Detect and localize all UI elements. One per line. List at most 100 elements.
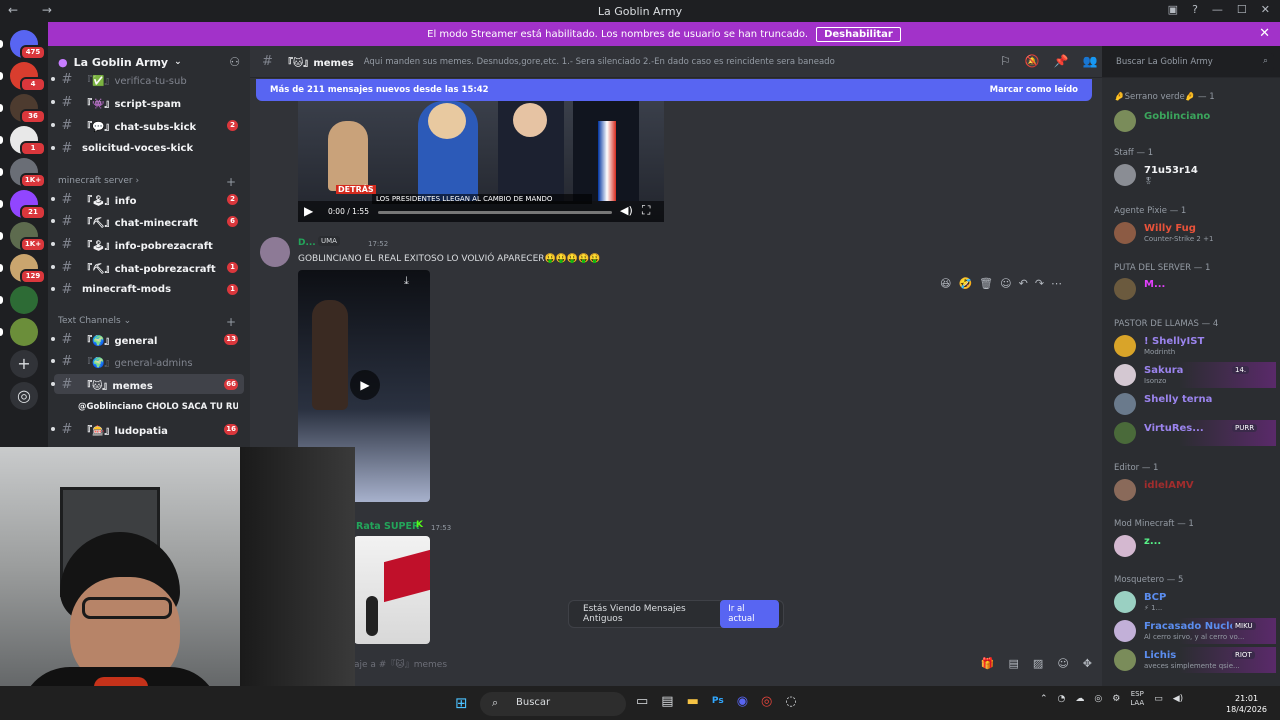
reply-icon[interactable]: ↶ — [1019, 277, 1028, 290]
notification-mute-icon[interactable]: 🔕 — [1025, 54, 1040, 68]
member-item[interactable]: VirtuRes... PURR — [1114, 420, 1276, 446]
channel-item[interactable]: # solicitud-voces-kick — [51, 138, 244, 158]
server-badge: 1K+ — [20, 237, 46, 252]
message-composer[interactable]: aje a #『🐱』memes 🎁 ▤ ▨ ☺ ✥ — [250, 646, 1102, 680]
banner-close-icon[interactable]: ✕ — [1259, 26, 1270, 41]
disable-streamer-button[interactable]: Deshabilitar — [816, 26, 901, 42]
channel-topic[interactable]: Aqui manden sus memes. Desnudos,gore,etc… — [364, 57, 835, 67]
channel-item[interactable]: # 『🕹』info-pobrezacraft — [51, 234, 244, 254]
category-minecraft[interactable]: minecraft server › + — [58, 175, 240, 189]
mention-badge: 2 — [227, 119, 238, 131]
chrome-icon[interactable]: ◎ — [761, 694, 772, 709]
add-server-icon[interactable]: + — [10, 350, 38, 378]
window-controls[interactable]: ▣? — ☐ ✕ — [1168, 3, 1270, 16]
member-item[interactable]: BCP ⚡ 1... — [1114, 589, 1276, 615]
discord-icon[interactable]: ◉ — [737, 694, 748, 709]
member-item[interactable]: ! ShellyIST Modrinth — [1114, 333, 1276, 359]
jump-to-present-button[interactable]: Ir al actual — [720, 600, 779, 628]
channel-item[interactable]: # 『✅』verifica-tu-sub — [51, 69, 244, 89]
language-indicator[interactable]: ESP LAA — [1130, 690, 1144, 708]
reaction-icon[interactable]: 🗑 — [979, 277, 993, 290]
download-icon[interactable]: ⤓ — [404, 274, 409, 288]
channel-name: solicitud-voces-kick — [82, 142, 194, 154]
network-icon[interactable]: ▭ — [1154, 694, 1163, 704]
add-member-icon[interactable]: ⚇ — [229, 55, 240, 69]
member-item[interactable]: Lichis RIOT aveces simplemente qsie... — [1114, 647, 1276, 673]
emoji-icon[interactable]: ☺ — [1057, 657, 1068, 670]
reaction-icon[interactable]: 😆 — [940, 277, 951, 290]
tray-icon[interactable]: ◔ — [1058, 694, 1066, 704]
add-reaction-icon[interactable]: ☺ — [1000, 277, 1011, 290]
avatar[interactable] — [260, 237, 290, 267]
new-messages-bar[interactable]: Más de 211 mensajes nuevos desde las 15:… — [256, 79, 1092, 101]
category-text-channels[interactable]: Text Channels ⌄ + — [58, 315, 240, 329]
image-embed[interactable] — [354, 536, 430, 644]
member-item[interactable]: Goblinciano — [1114, 108, 1276, 134]
mark-read-button[interactable]: Marcar como leído — [990, 85, 1078, 95]
member-item[interactable]: z... — [1114, 533, 1276, 559]
message-author[interactable]: D... — [298, 238, 316, 248]
add-channel-icon[interactable]: + — [226, 315, 236, 329]
windows-start-icon[interactable]: ⊞ — [455, 694, 468, 712]
task-view-icon[interactable]: ▭ — [636, 694, 648, 709]
member-list-icon[interactable]: 👥 — [1083, 54, 1098, 68]
play-icon[interactable]: ▶ — [304, 204, 313, 218]
threads-icon[interactable]: ⚐ — [1000, 54, 1011, 68]
reaction-icon[interactable]: 🤣 — [958, 277, 972, 290]
message-author[interactable]: Rata SUPER — [356, 521, 419, 532]
add-channel-icon[interactable]: + — [226, 175, 236, 189]
channel-item[interactable]: # 『🐱』memes 66 — [51, 374, 244, 394]
tray-icon[interactable]: ☁ — [1075, 694, 1084, 704]
volume-icon[interactable]: ◀) — [620, 204, 633, 217]
channel-item[interactable]: # 『⛏』chat-minecraft 6 — [51, 211, 244, 231]
taskbar-apps: ▭ ▤ ▬ Ps ◉ ◎ ◌ — [636, 694, 797, 709]
app-icon[interactable]: ▤ — [661, 694, 673, 709]
play-button[interactable]: ▶ — [350, 370, 380, 400]
discover-icon[interactable]: ◎ — [10, 382, 38, 410]
clock[interactable]: 21:01 18/4/2026 — [1226, 693, 1267, 715]
tray-icon[interactable]: ◎ — [1094, 694, 1102, 704]
volume-icon[interactable]: ◀) — [1173, 694, 1183, 704]
channel-item[interactable]: # 『🎰』ludopatia 16 — [51, 419, 244, 439]
back-forward-icons[interactable]: ← → — [8, 3, 62, 17]
server-icon[interactable] — [10, 286, 38, 314]
video-progress-bar[interactable] — [378, 211, 612, 214]
channel-item[interactable]: # 『🕹』info 2 — [51, 189, 244, 209]
member-name: idlelAMV — [1144, 480, 1194, 491]
unread-indicator — [0, 232, 3, 240]
app-icon[interactable]: ◌ — [785, 694, 796, 709]
channel-item[interactable]: # minecraft-mods 1 — [51, 279, 244, 299]
chevron-up-icon[interactable]: ⌃ — [1040, 694, 1048, 704]
tray-icon[interactable]: ⚙ — [1112, 694, 1120, 704]
unread-dot — [51, 123, 55, 127]
pin-icon[interactable]: 📌 — [1054, 54, 1069, 68]
gift-icon[interactable]: 🎁 — [981, 657, 995, 670]
member-item[interactable]: Fracasado Nuclear MIKU Al cerro sirvo, y a… — [1114, 618, 1276, 644]
channel-item[interactable]: # 『⛏』chat-pobrezacraft 1 — [51, 257, 244, 277]
photoshop-icon[interactable]: Ps — [712, 694, 724, 709]
search-input[interactable]: Buscar La Goblin Army ⌕ — [1110, 53, 1274, 71]
thread-item[interactable]: @Goblinciano CHOLO SACA TU RUE... — [54, 397, 244, 417]
fullscreen-icon[interactable]: ⛶ — [642, 203, 650, 218]
channel-item[interactable]: # 『💬』chat-subs-kick 2 — [51, 115, 244, 135]
channel-item[interactable]: # 『🌍』general-admins — [51, 351, 244, 371]
channel-item[interactable]: # 『👾』script-spam — [51, 92, 244, 112]
gif-icon[interactable]: ▤ — [1009, 657, 1019, 670]
member-tag: RIOT — [1232, 651, 1255, 659]
sticker-icon[interactable]: ▨ — [1033, 657, 1043, 670]
member-item[interactable]: idlelAMV — [1114, 477, 1276, 503]
more-icon[interactable]: ⋯ — [1051, 277, 1062, 290]
member-item[interactable]: Sakura 14. Isonzo — [1114, 362, 1276, 388]
apps-icon[interactable]: ✥ — [1083, 657, 1092, 670]
taskbar-search[interactable]: ⌕ Buscar — [480, 692, 626, 716]
server-icon[interactable] — [10, 318, 38, 346]
video-embed-presidents[interactable]: DETRÁS LOS PRESIDENTES LLEGAN AL CAMBIO … — [298, 101, 664, 222]
channel-item[interactable]: # 『🌍』general 13 — [51, 329, 244, 349]
folder-icon[interactable]: ▬ — [687, 694, 699, 709]
member-item[interactable]: Willy Fug Counter-Strike 2 +1 — [1114, 220, 1276, 246]
member-item[interactable]: 71u53r14 🎖 — [1114, 162, 1276, 188]
member-item[interactable]: Shelly terna — [1114, 391, 1276, 417]
forward-icon[interactable]: ↷ — [1035, 277, 1044, 290]
member-item[interactable]: M... — [1114, 276, 1276, 302]
member-status: 🎖 — [1144, 177, 1153, 185]
